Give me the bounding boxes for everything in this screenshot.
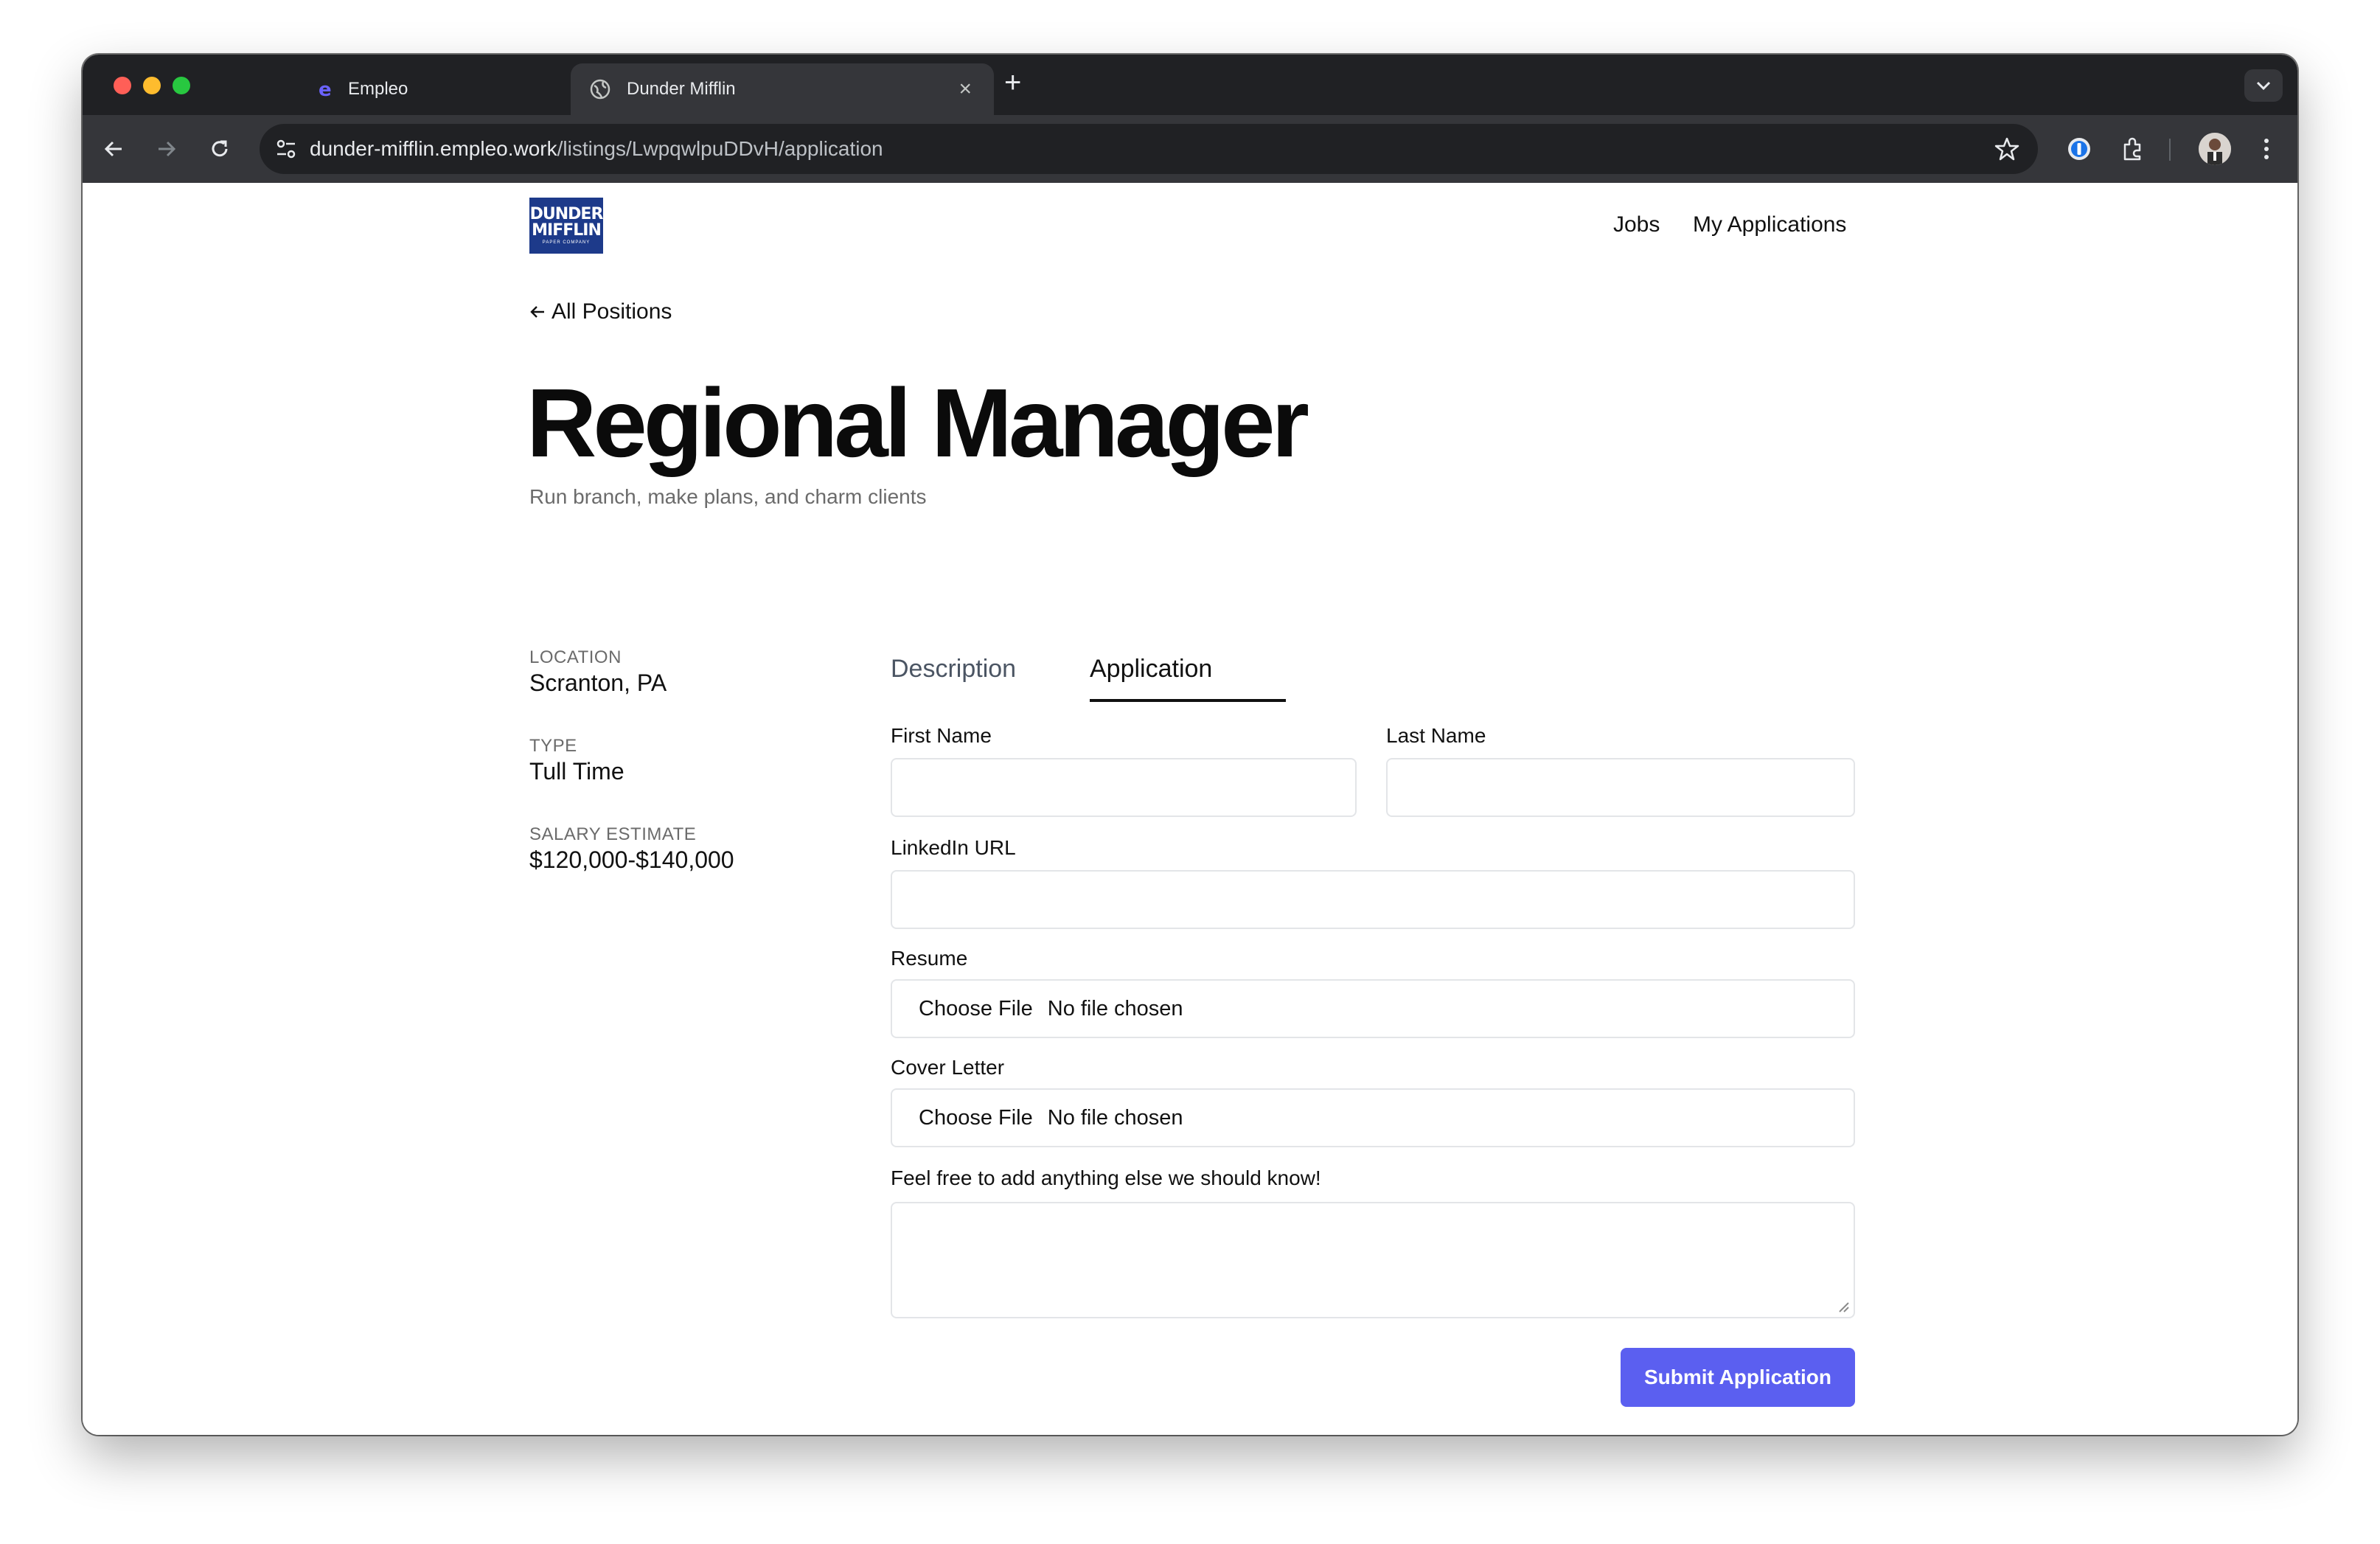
type-value: Tull Time	[529, 758, 624, 785]
password-manager-icon[interactable]	[2061, 131, 2097, 167]
browser-tab-dunder-mifflin[interactable]: Dunder Mifflin ×	[571, 63, 994, 115]
browser-window: e Empleo × Dunder Mifflin × + d	[83, 55, 2297, 1435]
salary-value: $120,000-$140,000	[529, 846, 734, 873]
profile-avatar[interactable]	[2199, 133, 2231, 165]
tab-strip: e Empleo × Dunder Mifflin × +	[83, 55, 2297, 115]
all-positions-link[interactable]: All Positions	[529, 299, 672, 324]
nav-my-applications-link[interactable]: My Applications	[1693, 212, 1846, 237]
close-tab-icon[interactable]: ×	[958, 78, 972, 100]
dunder-mifflin-logo[interactable]: DUNDER MIFFLIN PAPER COMPANY	[529, 198, 603, 254]
reload-icon[interactable]	[202, 131, 237, 167]
tab-application[interactable]: Application	[1090, 655, 1212, 684]
type-label: TYPE	[529, 736, 577, 756]
more-options-icon[interactable]	[2249, 131, 2284, 167]
minimize-window-button[interactable]	[143, 77, 161, 94]
location-value: Scranton, PA	[529, 670, 667, 696]
nav-jobs-link[interactable]: Jobs	[1613, 212, 1660, 237]
address-bar[interactable]: dunder-mifflin.empleo.work/listings/Lwpq…	[260, 124, 2038, 174]
cover-letter-file-input[interactable]: Choose File No file chosen	[891, 1088, 1855, 1147]
resume-choose-file-button[interactable]: Choose File	[919, 997, 1033, 1021]
resize-handle-icon[interactable]	[1836, 1299, 1849, 1312]
submit-application-button[interactable]: Submit Application	[1621, 1348, 1855, 1407]
active-tab-indicator	[1090, 699, 1286, 702]
new-tab-icon[interactable]: +	[1004, 68, 1021, 97]
first-name-field[interactable]	[891, 758, 1357, 817]
svg-text:e: e	[319, 79, 332, 100]
forward-arrow-icon[interactable]	[149, 131, 184, 167]
location-label: LOCATION	[529, 647, 622, 667]
bookmark-star-icon[interactable]	[1994, 136, 2020, 162]
url-text: dunder-mifflin.empleo.work/listings/Lwpq…	[310, 137, 883, 161]
back-arrow-icon[interactable]	[96, 131, 131, 167]
cover-letter-choose-file-button[interactable]: Choose File	[919, 1106, 1033, 1130]
cover-letter-label: Cover Letter	[891, 1056, 1005, 1079]
maximize-window-button[interactable]	[173, 77, 190, 94]
logo-line-3: PAPER COMPANY	[542, 240, 591, 245]
salary-label: SALARY ESTIMATE	[529, 824, 697, 844]
resume-file-input[interactable]: Choose File No file chosen	[891, 979, 1855, 1038]
url-host: dunder-mifflin.empleo.work	[310, 137, 557, 160]
cover-letter-file-status: No file chosen	[1047, 1105, 1183, 1130]
logo-line-2: MIFFLIN	[532, 221, 602, 240]
tab-title: Dunder Mifflin	[627, 79, 736, 99]
resume-label: Resume	[891, 947, 968, 970]
url-path: /listings/LwpqwlpuDDvH/application	[557, 137, 883, 160]
arrow-left-icon	[530, 306, 544, 318]
last-name-field[interactable]	[1386, 758, 1855, 817]
linkedin-url-field[interactable]	[891, 870, 1855, 929]
job-title: Regional Manager	[526, 369, 1309, 477]
browser-toolbar: dunder-mifflin.empleo.work/listings/Lwpq…	[83, 115, 2297, 183]
first-name-label: First Name	[891, 724, 992, 747]
resume-file-status: No file chosen	[1047, 996, 1183, 1020]
notes-label: Feel free to add anything else we should…	[891, 1166, 1321, 1189]
globe-icon	[590, 79, 610, 100]
last-name-label: Last Name	[1386, 724, 1486, 747]
extensions-puzzle-icon[interactable]	[2115, 131, 2150, 167]
close-window-button[interactable]	[114, 77, 131, 94]
notes-textarea[interactable]	[891, 1202, 1855, 1318]
all-positions-label: All Positions	[551, 299, 672, 324]
page-content: DUNDER MIFFLIN PAPER COMPANY Jobs My App…	[83, 183, 2297, 1435]
toolbar-divider	[2169, 139, 2171, 161]
logo-line-1: DUNDER	[529, 205, 604, 223]
job-subtitle: Run branch, make plans, and charm client…	[529, 485, 927, 508]
tab-title: Empleo	[348, 79, 408, 99]
tab-description[interactable]: Description	[891, 655, 1016, 684]
site-settings-icon[interactable]	[273, 136, 299, 162]
tab-search-chevron-down-icon[interactable]	[2244, 69, 2283, 102]
empleo-favicon-icon: e	[316, 79, 336, 100]
linkedin-label: LinkedIn URL	[891, 836, 1016, 859]
